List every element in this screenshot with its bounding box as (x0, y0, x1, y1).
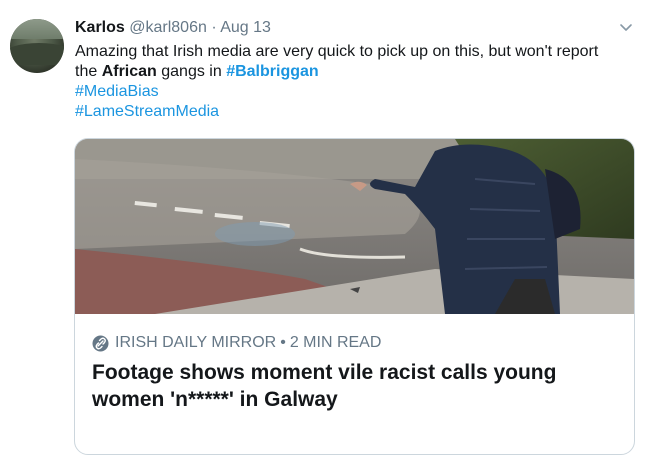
tweet-text-line1: Amazing that Irish media are very quick … (75, 43, 599, 60)
avatar[interactable] (10, 19, 64, 73)
tweet-text: Amazing that Irish media are very quick … (75, 42, 640, 122)
hashtag-mediabias[interactable]: #MediaBias (75, 83, 159, 100)
text-bold-african: African (101, 63, 157, 80)
link-card[interactable]: IRISH DAILY MIRROR • 2 MIN READ Footage … (74, 138, 635, 455)
author-name[interactable]: Karlos (75, 19, 125, 36)
card-separator: • (280, 334, 286, 351)
avatar-hill (10, 43, 64, 65)
card-source-line: IRISH DAILY MIRROR • 2 MIN READ (92, 333, 381, 353)
hashtag-lamestreammedia[interactable]: #LameStreamMedia (75, 103, 219, 120)
header-separator: · (211, 19, 217, 36)
card-source: IRISH DAILY MIRROR (115, 334, 277, 351)
tweet-text-line2: the African gangs in #Balbriggan (75, 62, 640, 82)
text-prefix: the (75, 63, 102, 80)
text-middle: gangs in (156, 63, 227, 80)
card-title[interactable]: Footage shows moment vile racist calls y… (92, 359, 622, 413)
tweet[interactable]: Karlos @karl806n · Aug 13 Amazing that I… (0, 0, 650, 464)
chevron-down-icon[interactable] (619, 20, 633, 34)
card-thumbnail-image[interactable] (75, 139, 634, 314)
card-title-line1: Footage shows moment vile racist calls y… (92, 361, 557, 384)
card-title-line2: women 'n*****' in Galway (92, 388, 338, 411)
link-icon (92, 335, 109, 351)
card-read-time: 2 MIN READ (289, 334, 382, 351)
tweet-date[interactable]: Aug 13 (220, 19, 271, 36)
avatar-sky (10, 19, 64, 39)
author-handle[interactable]: @karl806n (129, 19, 207, 36)
tweet-header: Karlos @karl806n · Aug 13 (75, 18, 271, 38)
hashtag-balbriggan[interactable]: #Balbriggan (226, 63, 318, 80)
